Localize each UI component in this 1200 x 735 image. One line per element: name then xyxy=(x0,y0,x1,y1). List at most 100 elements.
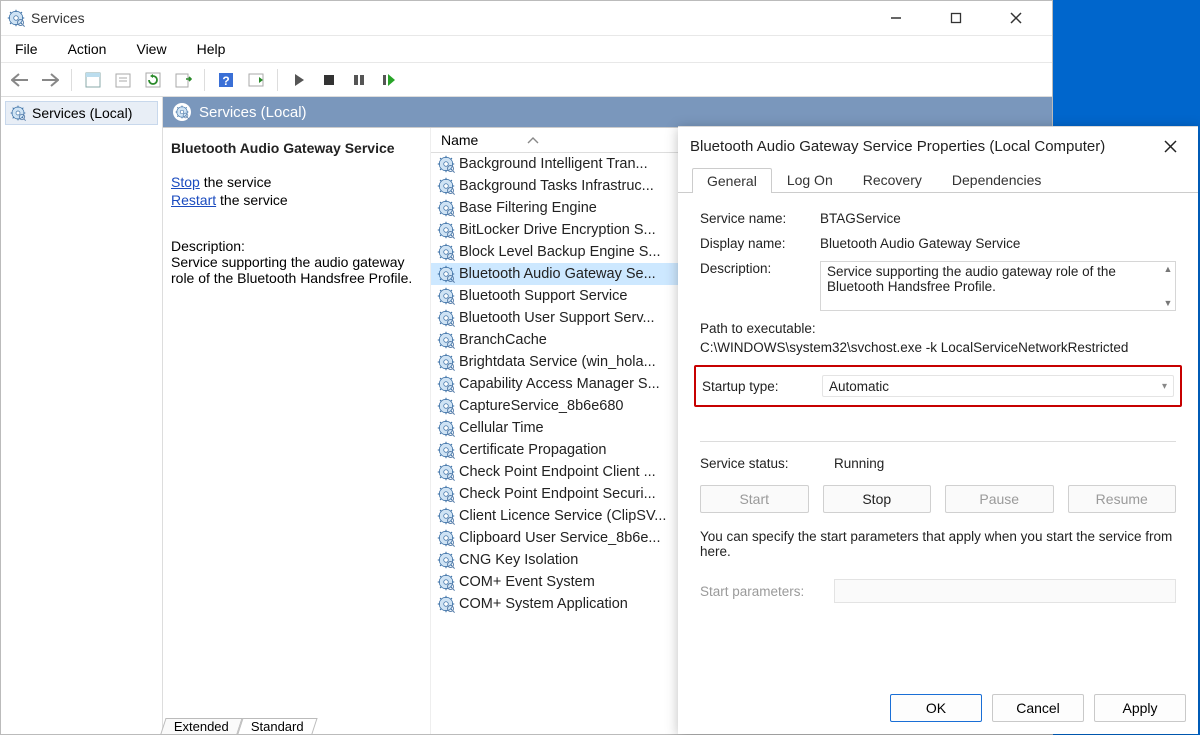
label-startup-type: Startup type: xyxy=(702,379,822,394)
service-icon xyxy=(437,507,455,525)
label-service-status: Service status: xyxy=(700,456,834,471)
ok-button[interactable]: OK xyxy=(890,694,982,722)
properties-icon[interactable] xyxy=(80,67,106,93)
tab-general[interactable]: General xyxy=(692,168,772,193)
service-icon xyxy=(437,485,455,503)
service-icon xyxy=(437,353,455,371)
startup-type-row: Startup type: Automatic ▾ xyxy=(694,365,1182,407)
apply-button[interactable]: Apply xyxy=(1094,694,1186,722)
dialog-tabs: General Log On Recovery Dependencies xyxy=(678,165,1198,193)
service-name: Brightdata Service (win_hola... xyxy=(459,354,656,370)
description-textarea[interactable]: Service supporting the audio gateway rol… xyxy=(820,261,1176,311)
scroll-up-icon[interactable]: ▲ xyxy=(1161,262,1175,276)
list-header-title: Services (Local) xyxy=(163,97,1052,127)
description-text: Service supporting the audio gateway rol… xyxy=(171,254,416,286)
window-title: Services xyxy=(31,10,866,26)
service-name: Background Tasks Infrastruc... xyxy=(459,178,654,194)
service-icon xyxy=(437,397,455,415)
tab-logon[interactable]: Log On xyxy=(772,167,848,192)
service-name: BitLocker Drive Encryption S... xyxy=(459,222,656,238)
hint-text: You can specify the start parameters tha… xyxy=(700,529,1176,559)
service-name: Certificate Propagation xyxy=(459,442,607,458)
label-service-name: Service name: xyxy=(700,211,820,226)
service-icon xyxy=(437,419,455,437)
service-icon xyxy=(437,441,455,459)
label-description: Description: xyxy=(700,261,820,311)
service-icon xyxy=(437,287,455,305)
menu-file[interactable]: File xyxy=(9,39,44,59)
close-button[interactable] xyxy=(986,2,1046,34)
service-icon xyxy=(437,221,455,239)
value-path: C:\WINDOWS\system32\svchost.exe -k Local… xyxy=(700,340,1176,355)
menu-view[interactable]: View xyxy=(130,39,172,59)
cancel-button[interactable]: Cancel xyxy=(992,694,1084,722)
service-icon xyxy=(437,177,455,195)
bottom-tabs: Extended Standard xyxy=(163,718,315,734)
label-display-name: Display name: xyxy=(700,236,820,251)
stop-suffix: the service xyxy=(200,174,272,190)
service-name: Bluetooth Support Service xyxy=(459,288,627,304)
detail-panel: Bluetooth Audio Gateway Service Stop the… xyxy=(163,128,431,734)
tab-extended[interactable]: Extended xyxy=(160,718,242,734)
service-icon xyxy=(437,529,455,547)
services-icon xyxy=(7,9,25,27)
back-icon[interactable] xyxy=(7,67,33,93)
pause-icon[interactable] xyxy=(346,67,372,93)
label-start-params: Start parameters: xyxy=(700,584,834,599)
service-icon xyxy=(437,573,455,591)
restart-suffix: the service xyxy=(216,192,288,208)
service-name: Bluetooth User Support Serv... xyxy=(459,310,655,326)
start-icon[interactable] xyxy=(286,67,312,93)
service-icon xyxy=(437,155,455,173)
startup-type-value: Automatic xyxy=(829,379,889,394)
export-icon[interactable] xyxy=(110,67,136,93)
service-icon xyxy=(437,309,455,327)
service-name: Check Point Endpoint Client ... xyxy=(459,464,656,480)
label-path: Path to executable: xyxy=(700,321,1176,336)
stop-icon[interactable] xyxy=(316,67,342,93)
value-service-status: Running xyxy=(834,456,884,471)
minimize-button[interactable] xyxy=(866,2,926,34)
service-name: Clipboard User Service_8b6e... xyxy=(459,530,661,546)
stop-link[interactable]: Stop xyxy=(171,174,200,190)
refresh-icon[interactable] xyxy=(140,67,166,93)
menu-action[interactable]: Action xyxy=(62,39,113,59)
column-name[interactable]: Name xyxy=(441,132,478,148)
service-icon xyxy=(437,265,455,283)
tree-pane: Services (Local) xyxy=(1,97,163,734)
tab-dependencies[interactable]: Dependencies xyxy=(937,167,1057,192)
titlebar: Services xyxy=(1,1,1052,35)
show-hide-icon[interactable] xyxy=(243,67,269,93)
service-name: COM+ System Application xyxy=(459,596,628,612)
services-icon xyxy=(173,103,191,121)
startup-type-select[interactable]: Automatic ▾ xyxy=(822,375,1174,397)
export-list-icon[interactable] xyxy=(170,67,196,93)
close-icon[interactable] xyxy=(1154,130,1186,162)
maximize-button[interactable] xyxy=(926,2,986,34)
tab-recovery[interactable]: Recovery xyxy=(848,167,937,192)
stop-button[interactable]: Stop xyxy=(823,485,932,513)
value-service-name: BTAGService xyxy=(820,211,1176,226)
pause-button[interactable]: Pause xyxy=(945,485,1054,513)
service-name: BranchCache xyxy=(459,332,547,348)
resume-button[interactable]: Resume xyxy=(1068,485,1177,513)
restart-icon[interactable] xyxy=(376,67,402,93)
help-icon[interactable]: ? xyxy=(213,67,239,93)
forward-icon[interactable] xyxy=(37,67,63,93)
start-button[interactable]: Start xyxy=(700,485,809,513)
svg-text:?: ? xyxy=(222,74,229,88)
scroll-down-icon[interactable]: ▼ xyxy=(1161,296,1175,310)
start-params-input[interactable] xyxy=(834,579,1176,603)
tree-node-label: Services (Local) xyxy=(32,105,132,121)
list-title: Services (Local) xyxy=(199,104,307,121)
service-name: Block Level Backup Engine S... xyxy=(459,244,661,260)
description-label: Description: xyxy=(171,238,416,254)
restart-link[interactable]: Restart xyxy=(171,192,216,208)
toolbar: ? xyxy=(1,63,1052,97)
tab-standard[interactable]: Standard xyxy=(237,718,317,734)
detail-title: Bluetooth Audio Gateway Service xyxy=(171,140,416,156)
menu-help[interactable]: Help xyxy=(191,39,232,59)
service-icon xyxy=(437,595,455,613)
service-name: Check Point Endpoint Securi... xyxy=(459,486,656,502)
tree-node-services-local[interactable]: Services (Local) xyxy=(5,101,158,125)
